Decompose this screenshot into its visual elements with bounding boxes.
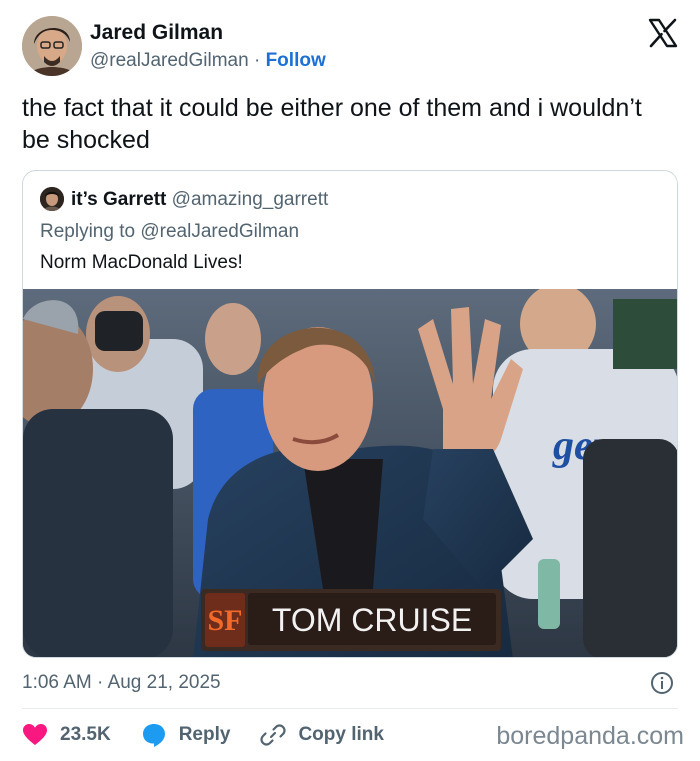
quoted-author-handle: @amazing_garrett — [171, 189, 329, 210]
copy-link-label: Copy link — [298, 724, 384, 745]
quoted-photo[interactable]: gers — [23, 289, 677, 657]
reply-button[interactable]: Reply — [141, 722, 231, 748]
quoted-avatar-photo — [40, 187, 64, 211]
reply-bubble-icon — [142, 724, 165, 747]
watermark: boredpanda.com — [496, 722, 684, 750]
tweet-card: Jared Gilman @realJaredGilman · Follow t… — [0, 0, 700, 761]
link-icon — [260, 724, 287, 746]
replying-mention: @realJaredGilman — [140, 221, 300, 242]
author-info: Jared Gilman @realJaredGilman · Follow — [90, 20, 326, 74]
action-bar: 23.5K Reply Copy link — [22, 720, 414, 750]
author-avatar[interactable] — [22, 16, 82, 76]
quoted-author-name: it’s Garrett — [71, 189, 167, 210]
quoted-text: Norm MacDonald Lives! — [40, 252, 243, 273]
tweet-timestamp[interactable]: 1:06 AM · Aug 21, 2025 — [22, 670, 221, 696]
sf-logo: SF — [207, 604, 242, 637]
caption-name: TOM CRUISE — [272, 602, 472, 638]
heart-icon — [23, 724, 47, 745]
author-handle-line: @realJaredGilman · Follow — [90, 48, 326, 74]
author-name[interactable]: Jared Gilman — [90, 20, 326, 46]
like-count: 23.5K — [60, 724, 111, 745]
separator-dot: · — [253, 50, 261, 71]
author-handle[interactable]: @realJaredGilman — [90, 50, 249, 71]
like-button[interactable]: 23.5K — [22, 722, 111, 748]
tweet-text: the fact that it could be either one of … — [22, 94, 642, 154]
replying-prefix: Replying to — [40, 221, 136, 242]
avatar-photo — [22, 16, 82, 76]
copy-link-button[interactable]: Copy link — [260, 722, 384, 748]
follow-button[interactable]: Follow — [266, 50, 326, 71]
quoted-header: it’s Garrett @amazing_garrett — [71, 187, 328, 213]
quoted-replying-to: Replying to @realJaredGilman — [40, 219, 299, 245]
quoted-tweet[interactable]: it’s Garrett @amazing_garrett Replying t… — [22, 170, 678, 658]
quoted-avatar — [40, 187, 64, 211]
divider — [22, 708, 678, 709]
info-icon[interactable] — [650, 671, 674, 695]
reply-label: Reply — [178, 724, 231, 745]
stadium-crowd-photo: gers — [23, 289, 677, 657]
x-logo-icon[interactable] — [648, 18, 678, 48]
